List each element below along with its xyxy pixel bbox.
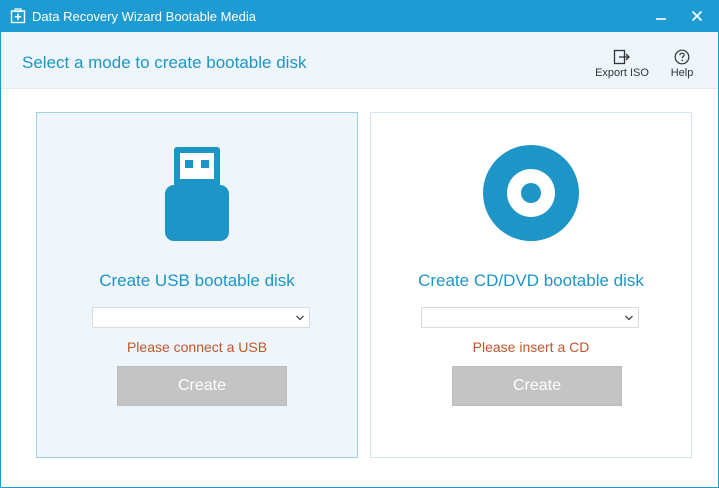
usb-card-title: Create USB bootable disk bbox=[99, 271, 295, 290]
create-usb-button[interactable]: Create bbox=[117, 366, 287, 406]
cd-option-card[interactable]: Create CD/DVD bootable disk Please inser… bbox=[370, 112, 692, 458]
cd-icon-area bbox=[371, 143, 691, 253]
app-icon bbox=[10, 8, 26, 24]
cd-drive-select[interactable] bbox=[421, 307, 639, 328]
usb-drive-icon bbox=[165, 147, 229, 241]
usb-option-card[interactable]: Create USB bootable disk Please connect … bbox=[36, 112, 358, 458]
export-icon bbox=[613, 49, 630, 65]
usb-icon-area bbox=[37, 143, 357, 253]
export-iso-button[interactable]: Export ISO bbox=[589, 49, 655, 79]
export-iso-label: Export ISO bbox=[595, 67, 649, 79]
create-cd-button[interactable]: Create bbox=[452, 366, 622, 406]
cd-disc-icon bbox=[483, 145, 579, 241]
page-title: Select a mode to create bootable disk bbox=[22, 53, 307, 72]
chevron-down-icon bbox=[625, 315, 633, 321]
window-title: Data Recovery Wizard Bootable Media bbox=[32, 9, 256, 24]
close-icon[interactable] bbox=[686, 5, 708, 27]
help-button[interactable]: Help bbox=[665, 49, 699, 79]
help-label: Help bbox=[670, 67, 694, 79]
header-bar: Select a mode to create bootable disk Ex… bbox=[1, 32, 718, 89]
help-icon bbox=[674, 49, 690, 65]
chevron-down-icon bbox=[296, 315, 304, 321]
usb-status-text: Please connect a USB bbox=[126, 339, 268, 355]
cd-card-title: Create CD/DVD bootable disk bbox=[418, 271, 644, 290]
cd-status-text: Please insert a CD bbox=[472, 339, 590, 355]
minimize-icon[interactable] bbox=[650, 5, 672, 27]
usb-device-select[interactable] bbox=[92, 307, 310, 328]
title-bar[interactable]: Data Recovery Wizard Bootable Media bbox=[1, 1, 718, 32]
app-window: Data Recovery Wizard Bootable Media Sele… bbox=[0, 0, 719, 488]
